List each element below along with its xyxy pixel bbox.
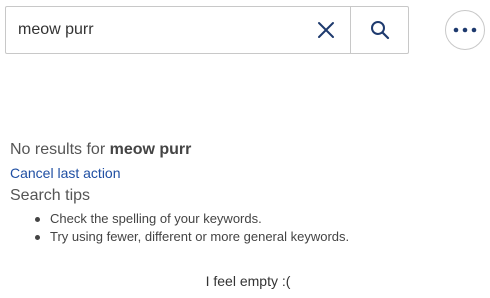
search-input[interactable] [6, 7, 302, 53]
clear-search-button[interactable] [302, 7, 350, 53]
search-tip-item: Check the spelling of your keywords. [34, 210, 349, 228]
no-results-message: No results for meow purr [10, 141, 191, 159]
search-button[interactable] [350, 7, 408, 53]
close-icon [318, 22, 334, 38]
search-tips-heading: Search tips [10, 187, 91, 204]
search-icon [370, 21, 389, 40]
search-results-page: No results for meow purr Cancel last act… [0, 0, 490, 298]
cancel-last-action-link[interactable]: Cancel last action [10, 165, 121, 181]
no-results-query: meow purr [109, 141, 192, 158]
no-results-prefix: No results for [10, 141, 110, 158]
search-tip-item: Try using fewer, different or more gener… [34, 228, 349, 246]
more-horizontal-icon [453, 27, 477, 33]
search-tips-list: Check the spelling of your keywords. Try… [34, 210, 349, 246]
search-bar [5, 6, 409, 54]
empty-message: I feel empty :( [205, 273, 291, 289]
more-options-button[interactable] [445, 10, 485, 50]
